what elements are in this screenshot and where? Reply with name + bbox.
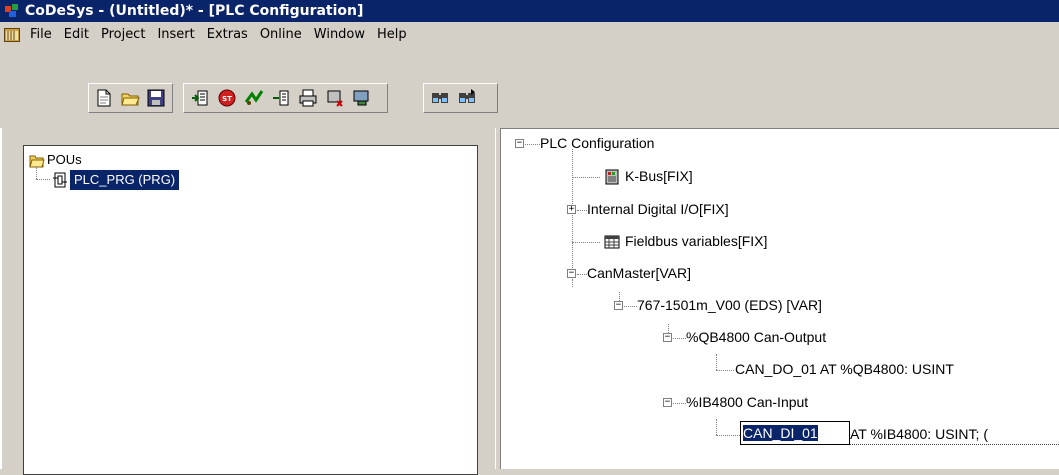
tree-connector: [673, 403, 686, 404]
tree-connector: [572, 177, 600, 178]
menu-file[interactable]: File: [24, 25, 58, 45]
fieldbus-table-icon: [604, 234, 620, 250]
focus-underline: [850, 444, 1059, 445]
menu-edit[interactable]: Edit: [58, 25, 95, 45]
tree-connector: [624, 306, 637, 307]
menu-project[interactable]: Project: [95, 25, 151, 45]
toolbar-group-file: [88, 83, 173, 113]
monitor-icon[interactable]: [349, 86, 375, 110]
tree-connector: [673, 338, 686, 339]
tree-connector: [619, 292, 620, 301]
plc-configuration-pane: − PLC Configuration K-Bus[FIX] + Interna…: [501, 128, 1059, 469]
find-next-icon[interactable]: [454, 86, 480, 110]
config-kbus[interactable]: K-Bus[FIX]: [625, 168, 693, 184]
run-icon[interactable]: [241, 86, 267, 110]
print-icon[interactable]: [295, 86, 321, 110]
title-bar: CoDeSys - (Untitled)* - [PLC Configurati…: [0, 0, 1059, 22]
toolbar: ST: [0, 52, 1059, 118]
menu-help[interactable]: Help: [371, 25, 413, 45]
tree-connector: [716, 435, 740, 436]
pou-pane: POUs PLC_PRG (PRG): [0, 128, 495, 475]
menu-online[interactable]: Online: [254, 25, 308, 45]
open-icon[interactable]: [118, 86, 143, 110]
window-title: CoDeSys - (Untitled)* - [PLC Configurati…: [25, 3, 364, 19]
pou-tree[interactable]: POUs PLC_PRG (PRG): [23, 145, 478, 475]
tree-connector: [36, 179, 50, 180]
tree-connector: [716, 419, 717, 435]
config-device-767[interactable]: 767-1501m_V00 (EDS) [VAR]: [637, 297, 822, 313]
new-icon[interactable]: [92, 86, 117, 110]
tree-connector: [572, 279, 573, 287]
config-root-label[interactable]: PLC Configuration: [540, 135, 654, 151]
config-canmaster[interactable]: CanMaster[VAR]: [587, 265, 691, 281]
toolbar-group-online: ST: [183, 83, 388, 113]
config-can-di-01-rest: AT %IB4800: USINT; (: [850, 426, 988, 442]
tree-connector: [572, 242, 600, 243]
document-window-icon[interactable]: [4, 28, 20, 42]
codesys-app-icon[interactable]: [4, 3, 20, 19]
stop-icon[interactable]: ST: [214, 86, 240, 110]
tree-connector: [36, 167, 37, 179]
rename-edit-field[interactable]: CAN_DI_01: [740, 421, 850, 445]
tree-connector: [668, 324, 669, 333]
config-can-output[interactable]: %QB4800 Can-Output: [686, 329, 826, 345]
svg-text:ST: ST: [222, 95, 232, 103]
menu-bar: File Edit Project Insert Extras Online W…: [0, 22, 1059, 48]
tree-connector: [716, 370, 734, 371]
step-icon[interactable]: [268, 86, 294, 110]
collapse-icon[interactable]: −: [663, 398, 672, 407]
logout-icon[interactable]: [322, 86, 348, 110]
config-can-input[interactable]: %IB4800 Can-Input: [686, 394, 808, 410]
collapse-icon[interactable]: −: [663, 333, 672, 342]
toolbar-group-find: [423, 83, 498, 113]
tree-connector: [577, 274, 587, 275]
left-edge: [0, 128, 2, 469]
config-can-do-01[interactable]: CAN_DO_01 AT %QB4800: USINT: [735, 361, 954, 377]
tree-connector: [716, 354, 717, 370]
kbus-module-icon: [604, 169, 620, 185]
menu-insert[interactable]: Insert: [151, 25, 200, 45]
program-icon: [52, 172, 68, 188]
pou-item-plc-prg[interactable]: PLC_PRG (PRG): [70, 170, 180, 190]
login-icon[interactable]: [187, 86, 213, 110]
config-internal-io[interactable]: Internal Digital I/O[FIX]: [587, 201, 729, 217]
save-icon[interactable]: [143, 86, 168, 110]
expand-icon[interactable]: +: [567, 205, 576, 214]
collapse-icon[interactable]: −: [567, 269, 576, 278]
menu-extras[interactable]: Extras: [201, 25, 254, 45]
config-fieldbus-variables[interactable]: Fieldbus variables[FIX]: [625, 233, 767, 249]
pou-root-label[interactable]: POUs: [47, 152, 82, 167]
folder-open-icon: [29, 153, 45, 168]
tree-connector: [577, 210, 587, 211]
tree-connector: [525, 144, 540, 145]
collapse-icon[interactable]: −: [515, 139, 524, 148]
collapse-icon[interactable]: −: [614, 301, 623, 310]
menu-window[interactable]: Window: [308, 25, 371, 45]
rename-edit-value[interactable]: CAN_DI_01: [743, 425, 818, 441]
find-icon[interactable]: [427, 86, 453, 110]
